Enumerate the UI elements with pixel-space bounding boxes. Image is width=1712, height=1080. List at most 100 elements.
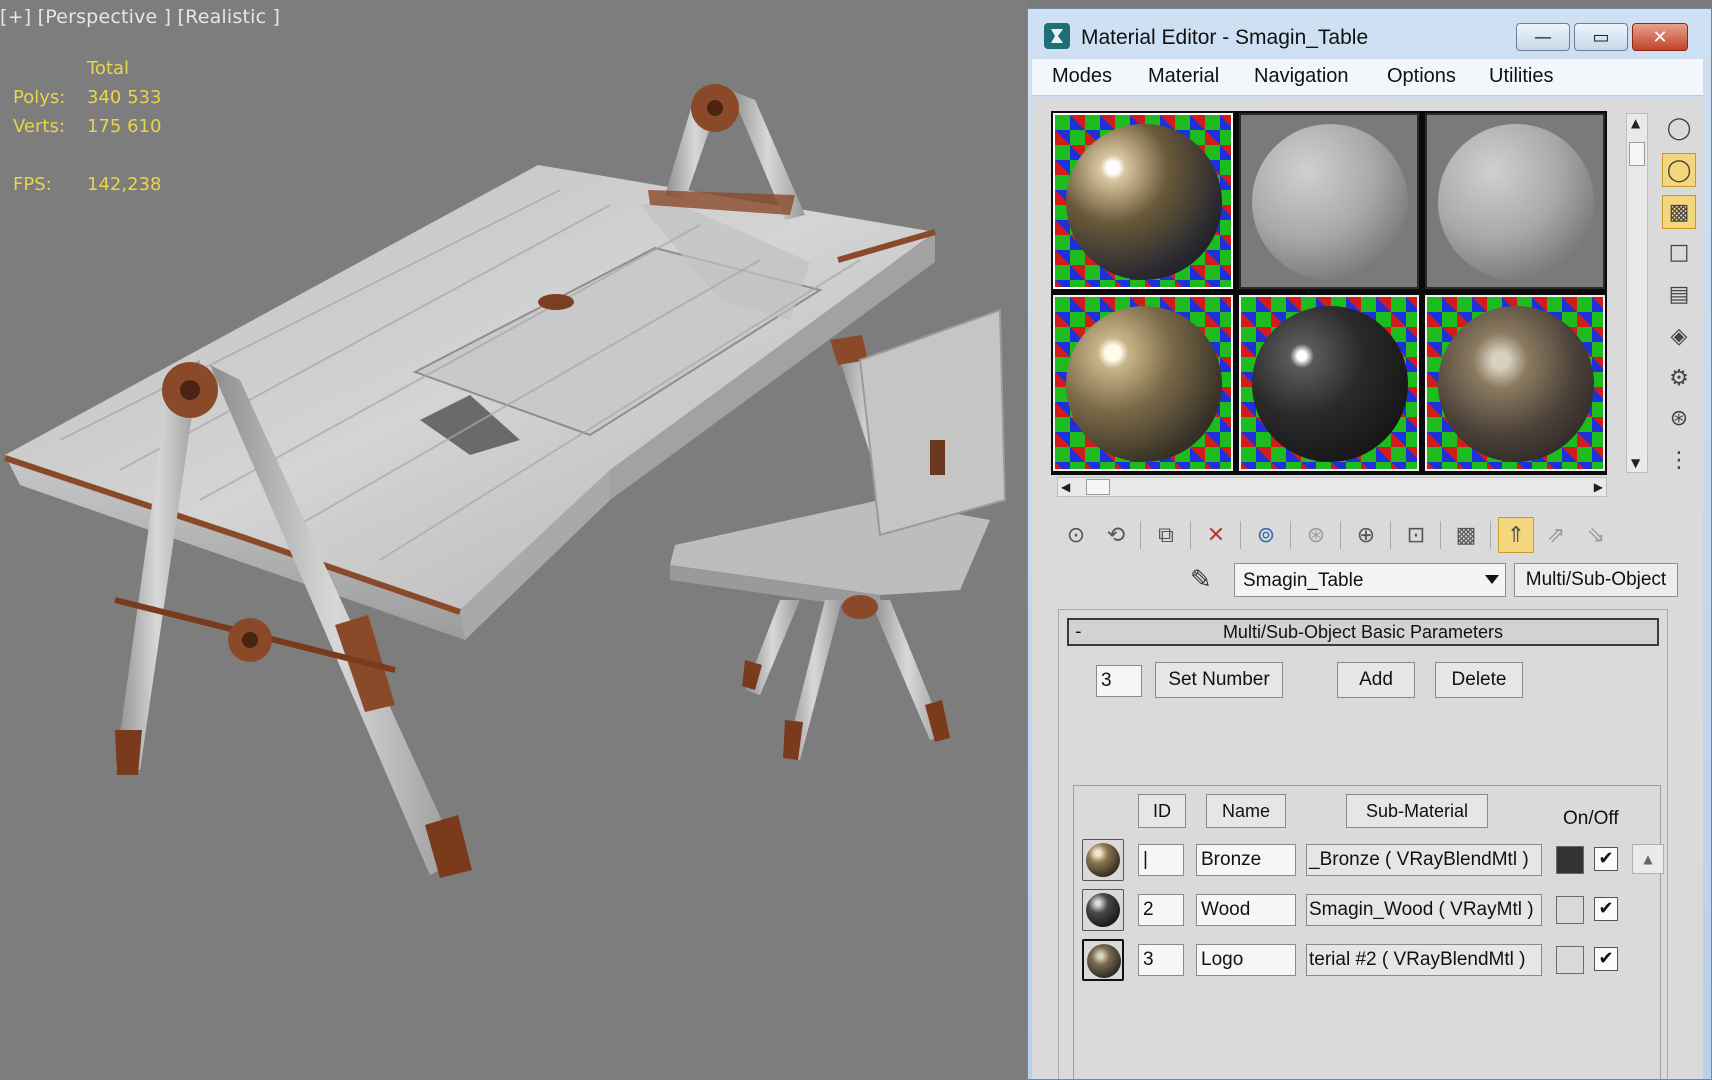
show-map-in-viewport-icon[interactable]: ⊡ (1398, 517, 1434, 553)
sub-material-button[interactable]: terial #2 ( VRayBlendMtl ) (1306, 944, 1542, 976)
sub-material-color-swatch[interactable] (1556, 846, 1584, 874)
scene-render (4, 84, 1007, 878)
backlight-icon[interactable]: ◯ (1662, 153, 1696, 187)
default-sphere (1438, 124, 1594, 280)
make-unique-icon[interactable]: ⊚ (1248, 517, 1284, 553)
sub-material-id[interactable]: | (1138, 844, 1184, 876)
slots-vertical-scrollbar[interactable]: ▲ ▼ (1626, 113, 1648, 473)
perspective-viewport[interactable]: [+] [Perspective ] [Realistic ] Total Po… (0, 0, 1028, 1080)
table-row: | Bronze _Bronze ( VRayBlendMtl ) ✔ ▲ (1074, 836, 1664, 882)
sub-material-name[interactable]: Bronze (1196, 844, 1296, 876)
video-color-check-icon[interactable]: ▤ (1662, 277, 1696, 311)
slots-horizontal-scrollbar[interactable]: ◀ ▶ (1057, 477, 1607, 497)
background-checker-icon[interactable]: ▩ (1662, 195, 1696, 229)
sub-material-swatch[interactable] (1082, 889, 1124, 931)
sample-slot-2[interactable] (1239, 113, 1419, 289)
scroll-up-icon[interactable]: ▲ (1632, 844, 1664, 874)
viewport-label[interactable]: [+] [Perspective ] [Realistic ] (0, 6, 280, 28)
put-to-scene-icon[interactable]: ⟲ (1098, 517, 1134, 553)
sub-material-swatch[interactable] (1082, 839, 1124, 881)
restore-button[interactable]: ▭ (1574, 23, 1628, 51)
sample-slot-3[interactable] (1425, 113, 1605, 289)
stats-total-label: Total (87, 58, 130, 79)
stats-polys-value: 340 533 (87, 87, 162, 108)
close-button[interactable]: ✕ (1632, 23, 1688, 51)
toolbar-separator (1140, 521, 1141, 549)
menu-material[interactable]: Material (1148, 65, 1219, 88)
menu-utilities[interactable]: Utilities (1489, 65, 1553, 88)
material-map-navigator-icon[interactable]: ⋮ (1662, 443, 1696, 477)
menu-options[interactable]: Options (1387, 65, 1456, 88)
menu-navigation[interactable]: Navigation (1254, 65, 1349, 88)
toolbar-separator (1390, 521, 1391, 549)
sub-material-name[interactable]: Logo (1196, 944, 1296, 976)
sample-slot-6[interactable] (1425, 295, 1605, 471)
minimize-button[interactable]: — (1516, 23, 1570, 51)
column-header-name[interactable]: Name (1206, 794, 1286, 828)
sub-material-id[interactable]: 2 (1138, 894, 1184, 926)
scroll-right-icon[interactable]: ▶ (1594, 480, 1603, 494)
make-preview-icon[interactable]: ◈ (1662, 319, 1696, 353)
sample-slot-5[interactable] (1239, 295, 1419, 471)
stats-fps-value: 142,238 (87, 174, 162, 195)
set-number-button[interactable]: Set Number (1155, 662, 1283, 698)
scroll-left-icon[interactable]: ◀ (1061, 480, 1070, 494)
sub-material-color-swatch[interactable] (1556, 896, 1584, 924)
sub-material-swatch[interactable] (1082, 939, 1124, 981)
sub-material-color-swatch[interactable] (1556, 946, 1584, 974)
titlebar[interactable]: Material Editor - Smagin_Table — ▭ ✕ (1028, 9, 1711, 53)
sub-material-on-checkbox[interactable]: ✔ (1594, 897, 1618, 921)
column-header-sub-material[interactable]: Sub-Material (1346, 794, 1488, 828)
toolbar-separator (1240, 521, 1241, 549)
sample-slot-1[interactable] (1053, 113, 1233, 289)
material-id-channel-icon[interactable]: ⊕ (1348, 517, 1384, 553)
editor-client-area: ▲ ▼ ◀ ▶ ◯ ◯ ▩ □ ▤ ◈ ⚙ ⊛ ⋮ ⊙ ⟲ ⧉ ✕ ⊚ ⊛ ⊕ … (1032, 97, 1703, 1079)
put-to-library-icon[interactable]: ⊛ (1298, 517, 1334, 553)
sub-material-name[interactable]: Wood (1196, 894, 1296, 926)
logo-thumb (1087, 944, 1121, 978)
sub-material-button[interactable]: Smagin_Wood ( VRayMtl ) (1306, 894, 1542, 926)
sample-type-sphere-icon[interactable]: ◯ (1662, 111, 1696, 145)
table-row: 3 Logo terial #2 ( VRayBlendMtl ) ✔ (1074, 936, 1660, 982)
material-type-button[interactable]: Multi/Sub-Object (1514, 563, 1678, 597)
sub-material-on-checkbox[interactable]: ✔ (1594, 947, 1618, 971)
menu-bar: Modes Material Navigation Options Utilit… (1032, 59, 1703, 96)
material-count-field[interactable]: 3 (1096, 665, 1142, 697)
scroll-thumb[interactable] (1086, 479, 1110, 495)
toolbar-separator (1290, 521, 1291, 549)
column-header-on-off: On/Off (1563, 808, 1619, 829)
go-to-sibling-icon[interactable]: ⇘ (1578, 517, 1614, 553)
show-end-result-icon[interactable]: ▩ (1448, 517, 1484, 553)
pick-material-eyedropper-icon[interactable]: ✎ (1190, 565, 1212, 595)
stats-verts-label: Verts: (13, 116, 65, 137)
logo-sphere (1438, 306, 1594, 462)
menu-modes[interactable]: Modes (1052, 65, 1112, 88)
go-to-parent-icon[interactable]: ⇑ (1498, 517, 1534, 553)
options-icon[interactable]: ⚙ (1662, 361, 1696, 395)
sample-slot-4[interactable] (1053, 295, 1233, 471)
sub-material-on-checkbox[interactable]: ✔ (1594, 847, 1618, 871)
scroll-thumb[interactable] (1629, 142, 1645, 166)
add-button[interactable]: Add (1337, 662, 1415, 698)
toolbar-separator (1490, 521, 1491, 549)
bronze-thumb (1086, 843, 1120, 877)
toolbar-separator (1440, 521, 1441, 549)
stats-verts-value: 175 610 (87, 116, 162, 137)
stats-polys-label: Polys: (13, 87, 66, 108)
scroll-up-icon[interactable]: ▲ (1631, 116, 1640, 130)
get-material-icon[interactable]: ⊙ (1058, 517, 1094, 553)
assign-to-selection-icon[interactable]: ⧉ (1148, 517, 1184, 553)
material-name-dropdown[interactable]: Smagin_Table (1234, 563, 1506, 597)
rollout-header[interactable]: - Multi/Sub-Object Basic Parameters (1067, 618, 1659, 646)
scroll-down-icon[interactable]: ▼ (1631, 456, 1640, 470)
go-forward-to-sibling-icon[interactable]: ⇗ (1538, 517, 1574, 553)
select-by-material-icon[interactable]: ⊛ (1662, 401, 1696, 435)
sub-material-button[interactable]: _Bronze ( VRayBlendMtl ) (1306, 844, 1542, 876)
3dsmax-logo-icon (1044, 23, 1070, 49)
sample-uv-tiling-icon[interactable]: □ (1662, 235, 1696, 269)
sub-material-id[interactable]: 3 (1138, 944, 1184, 976)
column-header-id[interactable]: ID (1138, 794, 1186, 828)
sub-material-list: ID Name Sub-Material On/Off | Bronze _Br… (1073, 785, 1664, 1079)
reset-material-icon[interactable]: ✕ (1198, 517, 1234, 553)
delete-button[interactable]: Delete (1435, 662, 1523, 698)
